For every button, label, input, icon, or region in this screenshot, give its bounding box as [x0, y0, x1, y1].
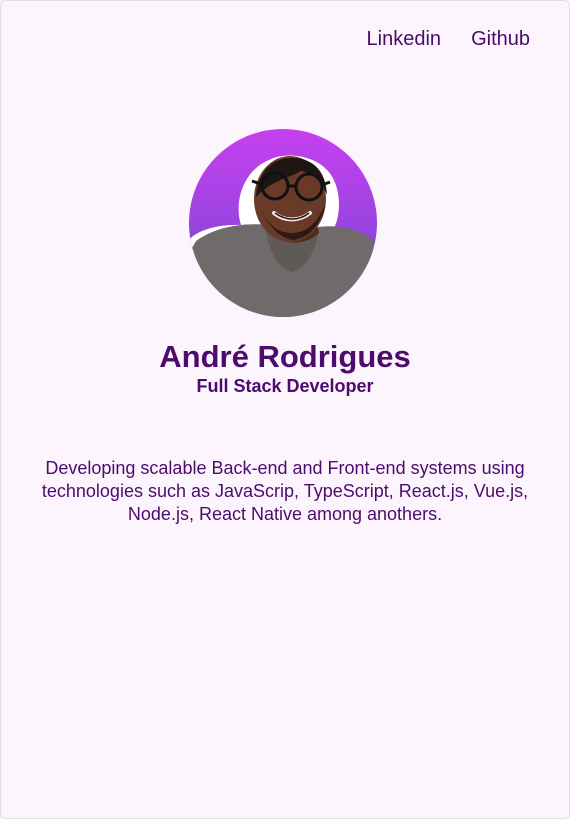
profile-role: Full Stack Developer [196, 376, 374, 396]
profile-description: Developing scalable Back-end and Front-e… [41, 458, 529, 524]
github-link[interactable]: Github [471, 26, 530, 52]
portfolio-page: Linkedin Github André Rodrigues Full Sta… [0, 0, 570, 819]
top-navigation: Linkedin Github [367, 26, 530, 52]
linkedin-link[interactable]: Linkedin [367, 26, 442, 52]
profile-avatar [189, 129, 377, 317]
profile-name: André Rodrigues [159, 339, 411, 374]
profile-photo-icon [189, 155, 377, 317]
